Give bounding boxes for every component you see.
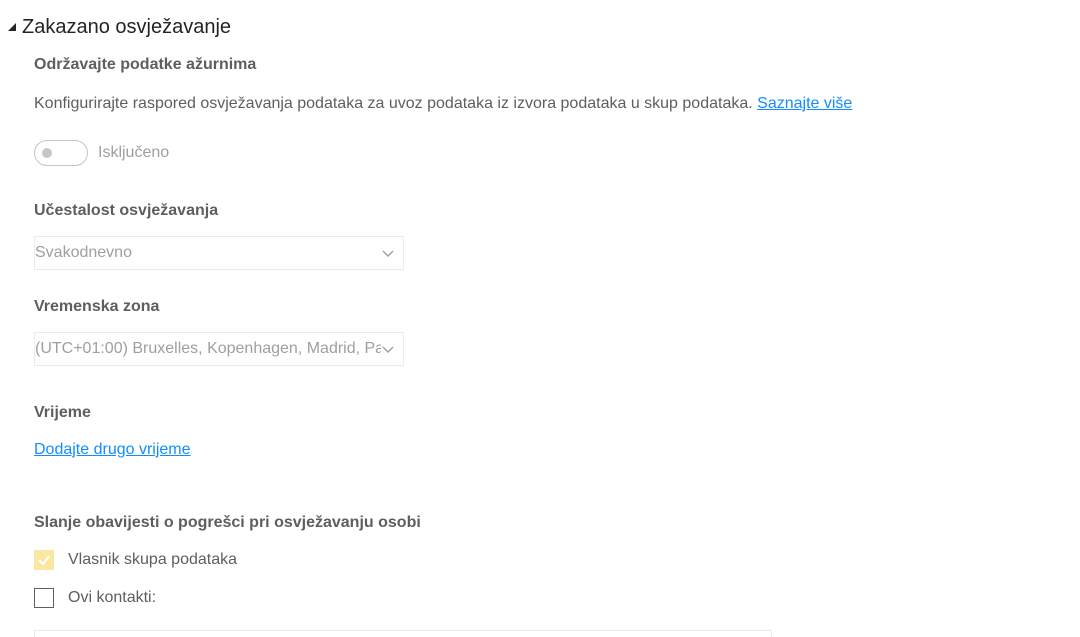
learn-more-link[interactable]: Saznajte više — [757, 95, 852, 112]
refresh-toggle-row: Isključeno — [34, 140, 169, 166]
notifications-heading: Slanje obavijesti o pogrešci pri osvježa… — [34, 514, 421, 531]
toggle-state-label: Isključeno — [98, 144, 170, 161]
contacts-checkbox[interactable] — [34, 588, 54, 608]
chevron-down-icon — [382, 250, 394, 257]
frequency-dropdown[interactable]: Svakodnevno — [34, 236, 404, 270]
chevron-down-icon — [382, 346, 394, 353]
time-label: Vrijeme — [34, 404, 91, 421]
frequency-value: Svakodnevno — [35, 244, 132, 261]
owner-checkbox-label: Vlasnik skupa podataka — [68, 551, 237, 568]
refresh-toggle[interactable] — [34, 140, 88, 166]
timezone-value: (UTC+01:00) Bruxelles, Kopenhagen, Madri… — [35, 340, 381, 357]
toggle-knob — [42, 148, 52, 158]
frequency-label: Učestalost osvježavanja — [34, 202, 219, 219]
contacts-input[interactable] — [34, 630, 772, 637]
owner-checkbox[interactable] — [34, 550, 54, 570]
description-text: Konfigurirajte raspored osvježavanja pod… — [34, 95, 753, 112]
timezone-label: Vremenska zona — [34, 298, 160, 315]
collapse-triangle-icon — [8, 23, 16, 31]
keep-updated-description: Konfigurirajte raspored osvježavanja pod… — [34, 95, 852, 113]
section-title: Zakazano osvježavanje — [22, 16, 232, 38]
checkmark-icon — [38, 555, 50, 566]
scheduled-refresh-panel: Zakazano osvježavanje Održavajte podatke… — [0, 0, 1080, 637]
contacts-checkbox-label: Ovi kontakti: — [68, 589, 157, 606]
owner-checkbox-row: Vlasnik skupa podataka — [34, 550, 237, 570]
timezone-dropdown[interactable]: (UTC+01:00) Bruxelles, Kopenhagen, Madri… — [34, 332, 404, 366]
keep-updated-heading: Održavajte podatke ažurnima — [34, 56, 257, 73]
section-header[interactable]: Zakazano osvježavanje — [6, 14, 231, 40]
contacts-checkbox-row: Ovi kontakti: — [34, 588, 156, 608]
add-time-link[interactable]: Dodajte drugo vrijeme — [34, 441, 191, 459]
